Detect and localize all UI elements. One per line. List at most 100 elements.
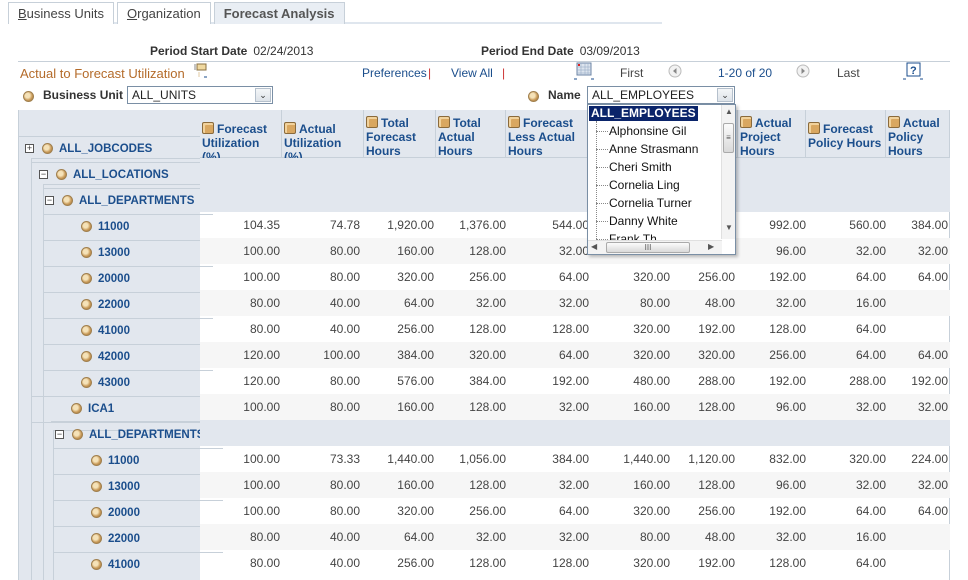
table-cell: 32.00 [558, 478, 589, 492]
column-header[interactable]: Forecast Utilization (%) [200, 110, 282, 164]
dropdown-item[interactable]: Alphonsine Gil [596, 122, 686, 140]
preferences-link[interactable]: Preferences [362, 66, 427, 80]
tree-node[interactable]: ICA1 [71, 396, 114, 422]
view-all-link[interactable]: View All [451, 66, 493, 80]
tree-node[interactable]: 20000 [91, 500, 140, 526]
horizontal-scrollbar[interactable]: ◀ III ▶ [588, 240, 722, 254]
column-header[interactable]: Forecast Less Actual Hours [506, 110, 594, 158]
scroll-thumb-horizontal[interactable]: III [606, 242, 690, 253]
tree-node[interactable]: 42000 [81, 344, 130, 370]
table-cell: 32.00 [558, 400, 589, 414]
grid-header-bar: Actual to Forecast Utilization Preferenc… [18, 61, 950, 83]
download-grid-icon[interactable] [574, 62, 594, 83]
vertical-scrollbar[interactable]: ▲ ≡ ▼ [721, 105, 735, 239]
table-cell: 128.00 [469, 478, 506, 492]
collapse-icon[interactable]: − [55, 430, 64, 439]
table-cell: 32.00 [855, 478, 886, 492]
table-cell: 32.00 [917, 400, 948, 414]
table-cell: 40.00 [329, 530, 360, 544]
tree-node-label: ALL_JOBCODES [59, 143, 153, 155]
table-cell: 32.00 [917, 244, 948, 258]
column-header[interactable]: Actual Policy Hours [886, 110, 950, 158]
table-cell: 64.00 [855, 270, 886, 284]
tree-node[interactable]: 41000 [81, 318, 130, 344]
tree-node[interactable]: + ALL_JOBCODES [25, 136, 152, 162]
column-header[interactable]: Total Forecast Hours [364, 110, 436, 158]
table-cell: 100.00 [323, 348, 360, 362]
personalize-icon[interactable] [192, 63, 208, 82]
table-row: 100.00 80.00 320.00 256.00 64.00 320.00 256.00… [200, 264, 950, 290]
table-cell: 128.00 [552, 322, 589, 336]
expand-icon[interactable]: + [25, 144, 34, 153]
tab-forecast-analysis[interactable]: Forecast Analysis [213, 2, 345, 24]
collapse-icon[interactable]: − [39, 170, 48, 179]
name-select[interactable]: ALL_EMPLOYEES ⌄ [587, 86, 735, 104]
table-cell: 288.00 [698, 374, 735, 388]
dropdown-item[interactable]: Cheri Smith [596, 158, 672, 176]
column-header[interactable]: Actual Utilization (%) [282, 110, 364, 164]
scroll-down-icon[interactable]: ▼ [725, 223, 733, 232]
period-end: Period End Date 03/09/2013 [481, 44, 640, 58]
table-cell: 100.00 [243, 452, 280, 466]
tab-business-units[interactable]: Business Units [8, 2, 114, 24]
tree-node-label: 22000 [108, 533, 140, 545]
collapse-icon[interactable]: − [45, 196, 54, 205]
tree-node-label: 42000 [98, 351, 130, 363]
scroll-up-icon[interactable]: ▲ [725, 107, 733, 116]
tree-node[interactable]: 22000 [91, 526, 140, 552]
name-dropdown-list[interactable]: ALL_EMPLOYEES Alphonsine Gil Anne Strasma… [587, 104, 736, 255]
tree-node[interactable]: 20000 [81, 266, 130, 292]
previous-icon[interactable] [668, 64, 682, 81]
table-cell: 40.00 [329, 322, 360, 336]
last-link[interactable]: Last [837, 66, 860, 80]
table-cell: 80.00 [639, 296, 670, 310]
chevron-down-icon[interactable]: ⌄ [255, 88, 271, 102]
tree-node[interactable]: − ALL_DEPARTMENTS [55, 422, 204, 448]
business-unit-select[interactable]: ALL_UNITS ⌄ [127, 86, 273, 104]
tree-node[interactable]: 11000 [81, 214, 129, 240]
node-icon [71, 403, 82, 415]
tree-node[interactable]: − ALL_DEPARTMENTS [45, 188, 194, 214]
table-cell: 128.00 [769, 556, 806, 570]
cube-icon [438, 116, 450, 128]
dropdown-item[interactable]: Cornelia Turner [596, 194, 692, 212]
table-cell: 32.00 [775, 530, 806, 544]
tree-node[interactable]: − ALL_LOCATIONS [39, 162, 169, 188]
table-cell: 96.00 [775, 478, 806, 492]
business-unit-label: Business Unit [43, 88, 124, 102]
tree-node[interactable]: 41000 [91, 552, 140, 578]
column-header[interactable]: Actual Project Hours [738, 110, 806, 158]
table-row: 80.00 40.00 256.00 128.00 128.00 320.00 192.00… [200, 316, 950, 342]
table-cell: 32.00 [775, 296, 806, 310]
tree-node[interactable]: 13000 [91, 474, 140, 500]
help-icon[interactable]: ? [902, 62, 924, 83]
column-header[interactable]: Total Actual Hours [436, 110, 506, 158]
tree-node[interactable]: 13000 [81, 240, 130, 266]
scroll-right-icon[interactable]: ▶ [708, 242, 714, 251]
table-cell: 320.00 [633, 556, 670, 570]
scroll-left-icon[interactable]: ◀ [591, 242, 597, 251]
scroll-thumb[interactable]: ≡ [723, 123, 734, 153]
table-cell: 64.00 [855, 322, 886, 336]
group-band [200, 420, 950, 446]
tree-node-label: 20000 [98, 273, 130, 285]
table-cell: 1,120.00 [688, 452, 735, 466]
dropdown-item[interactable]: Cornelia Ling [596, 176, 680, 194]
next-icon[interactable] [796, 64, 810, 81]
first-link[interactable]: First [620, 66, 643, 80]
dropdown-item[interactable]: Danny White [596, 212, 678, 230]
tree-node[interactable]: 11000 [91, 448, 139, 474]
table-cell: 1,376.00 [459, 218, 506, 232]
tree-node[interactable]: 22000 [81, 292, 130, 318]
dropdown-item[interactable]: Anne Strasmann [596, 140, 698, 158]
tab-organization[interactable]: Organization [116, 2, 211, 24]
table-cell: 32.00 [558, 296, 589, 310]
table-cell: 128.00 [698, 478, 735, 492]
dropdown-selected-item[interactable]: ALL_EMPLOYEES [589, 106, 698, 121]
table-cell: 40.00 [329, 556, 360, 570]
column-header[interactable]: Forecast Policy Hours [806, 110, 886, 158]
node-icon [81, 325, 92, 337]
tree-node-label: 22000 [98, 299, 130, 311]
chevron-down-icon[interactable]: ⌄ [717, 88, 733, 102]
tree-node[interactable]: 43000 [81, 370, 130, 396]
